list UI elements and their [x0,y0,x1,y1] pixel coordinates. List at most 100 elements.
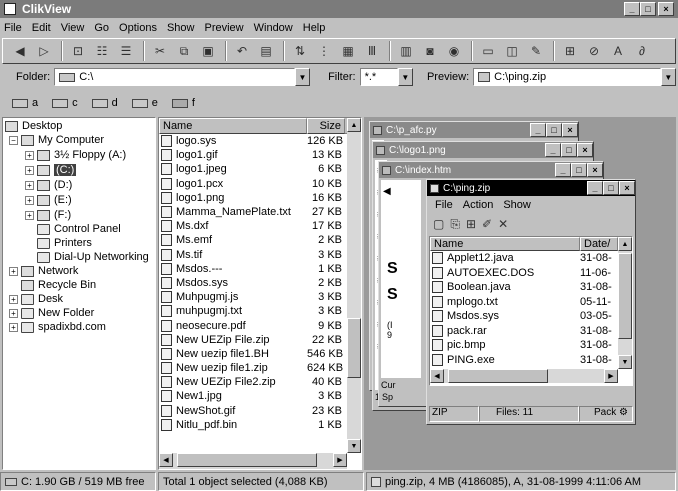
expand-icon[interactable]: + [25,195,34,205]
menu-help[interactable]: Help [303,22,326,34]
maximize-button[interactable]: □ [571,163,587,177]
tree-item-spadixbd[interactable]: + spadixbd.com [9,320,106,334]
tree-item-c[interactable]: + (C:) [25,163,77,177]
tree-item-e[interactable]: + (E:) [25,193,72,207]
column-header-name[interactable]: Name [159,118,307,134]
web-icon[interactable]: ◙ [419,41,441,61]
table-row[interactable]: Nitlu_pdf.bin 1 KB [159,418,361,432]
small-icons-icon[interactable]: ▥ [395,41,417,61]
zip-icon[interactable]: ⊘ [583,41,605,61]
scroll-up-icon[interactable]: ▲ [347,118,361,132]
text-icon[interactable]: ⊞ [559,41,581,61]
file-list-hscrollbar[interactable]: ◀ ▶ [159,453,347,469]
extract-icon[interactable]: ⊞ [466,217,476,231]
list-icon[interactable]: ☰ [115,41,137,61]
table-row[interactable]: NewShot.gif 23 KB [159,404,361,418]
menu-options[interactable]: Options [119,22,157,34]
add-icon[interactable]: ✐ [482,217,492,231]
scroll-down-icon[interactable]: ▼ [618,355,632,369]
folder-field[interactable]: C:\ [54,68,295,86]
table-row[interactable]: New uezip file1.zip 624 KB [159,361,361,375]
drive-e[interactable]: e [131,97,158,109]
table-row[interactable]: New UEZip File2.zip 40 KB [159,375,361,389]
close-button[interactable]: × [619,181,635,195]
zip-column-name[interactable]: Name [430,236,580,251]
zip-column-date[interactable]: Date/ [580,236,618,251]
nav-back-icon[interactable]: ◀ [383,186,391,197]
image-icon[interactable]: ▭ [477,41,499,61]
scroll-thumb[interactable] [618,253,632,339]
zip-vscrollbar[interactable]: ▲ ▼ [618,237,632,369]
tree-item-f[interactable]: + (F:) [25,208,71,222]
table-row[interactable]: logo.sys 126 KB [159,134,361,148]
expand-icon[interactable]: + [25,150,34,160]
tree-item-floppy[interactable]: +3½ Floppy (A:) [25,148,126,162]
tree-item-dialup[interactable]: Dial-Up Networking [37,250,149,264]
details-icon[interactable]: ⋮ [313,41,335,61]
open-icon[interactable]: ⎘ [450,217,460,232]
zip-list-item[interactable]: pic.bmp 31-08- [430,338,632,353]
cut-icon[interactable]: ✂ [149,41,171,61]
undo-icon[interactable]: ↶ [231,41,253,61]
zip-list-item[interactable]: PING.exe 31-08- [430,353,632,368]
expand-icon[interactable]: + [9,308,18,318]
close-button[interactable]: × [577,143,593,157]
tree-item-network[interactable]: + Network [9,264,78,278]
scroll-down-icon[interactable]: ▼ [347,439,361,453]
zip-list-item[interactable]: AUTOEXEC.DOS 11-06- [430,266,632,281]
collapse-icon[interactable]: − [9,135,18,145]
new-icon[interactable]: ▢ [433,217,444,231]
tree-item-desk[interactable]: + Desk [9,292,63,306]
zip-menu-show[interactable]: Show [503,199,531,211]
preview-dropdown-icon[interactable]: ▼ [660,68,676,86]
zip-list-item[interactable]: Boolean.java 31-08- [430,280,632,295]
minimize-button[interactable]: _ [555,163,571,177]
hscroll-thumb[interactable] [448,369,548,383]
menu-view[interactable]: View [61,22,85,34]
tree-item-d[interactable]: + (D:) [25,178,72,192]
table-row[interactable]: Ms.dxf 17 KB [159,219,361,233]
copy-icon[interactable]: ⧉ [173,41,195,61]
table-row[interactable]: Mamma_NamePlate.txt 27 KB [159,205,361,219]
paste-icon[interactable]: ▣ [197,41,219,61]
table-row[interactable]: New uezip file1.BH 546 KB [159,347,361,361]
file-list-vscrollbar[interactable]: ▲ ▼ [347,118,361,453]
expand-icon[interactable]: + [25,210,34,220]
scroll-left-icon[interactable]: ◀ [159,453,173,467]
menu-file[interactable]: File [4,22,22,34]
view-icon[interactable]: ◉ [443,41,465,61]
expand-icon[interactable]: + [25,180,34,190]
close-button[interactable]: × [658,2,674,16]
scroll-right-icon[interactable]: ▶ [333,453,347,467]
find-icon[interactable]: ◫ [501,41,523,61]
zip-window[interactable]: C:\ping.zip _ □ × File Action Show ▢ ⎘ ⊞ ✐… [426,179,636,425]
columns-icon[interactable]: ▦ [337,41,359,61]
drive-a[interactable]: a [12,97,38,109]
scroll-thumb[interactable] [347,318,361,378]
filter-field[interactable]: *.* [359,68,398,86]
filter-dropdown-icon[interactable]: ▼ [397,68,413,86]
script-icon[interactable]: ∂ [631,41,653,61]
drive-c[interactable]: c [52,97,78,109]
zip-list-item[interactable]: pack.rar 31-08- [430,324,632,339]
forward-icon[interactable]: ▷ [33,41,55,61]
expand-icon[interactable]: + [9,294,18,304]
minimize-button[interactable]: _ [545,143,561,157]
menu-edit[interactable]: Edit [32,22,51,34]
table-row[interactable]: logo1.gif 13 KB [159,148,361,162]
tree-item-control-panel[interactable]: Control Panel [37,222,121,236]
maximize-button[interactable]: □ [561,143,577,157]
scroll-right-icon[interactable]: ▶ [604,369,618,383]
edit-icon[interactable]: ✎ [525,41,547,61]
table-row[interactable]: New1.jpg 3 KB [159,389,361,403]
maximize-button[interactable]: □ [640,2,656,16]
expand-icon[interactable]: + [25,165,34,175]
maximize-button[interactable]: □ [546,123,562,137]
zip-menu-file[interactable]: File [435,199,453,211]
tree-item-desktop[interactable]: Desktop [5,119,62,133]
table-row[interactable]: muhpugmj.txt 3 KB [159,304,361,318]
preview-field[interactable]: C:\ping.zip [473,68,661,86]
table-row[interactable]: logo1.jpeg 6 KB [159,162,361,176]
minimize-button[interactable]: _ [624,2,640,16]
zip-list-item[interactable]: Msdos.sys 03-05- [430,309,632,324]
